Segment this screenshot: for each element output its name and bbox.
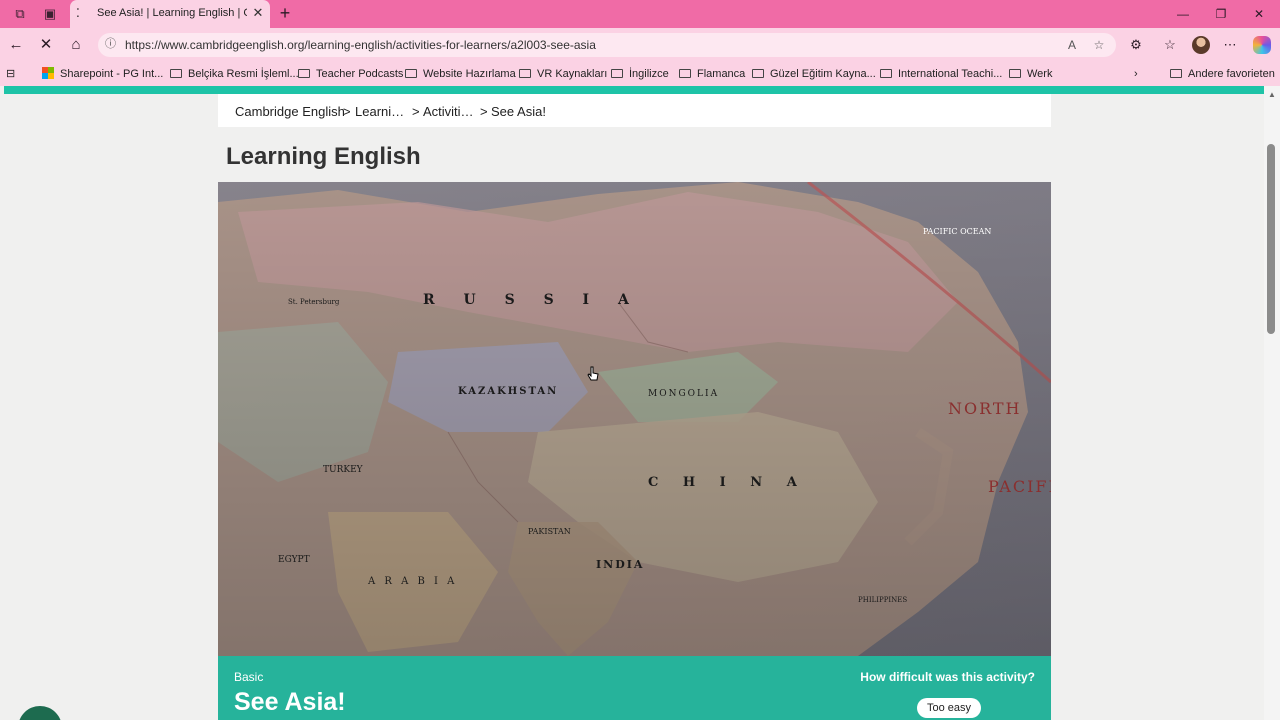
activity-title: See Asia! — [234, 688, 346, 716]
folder-icon — [405, 69, 417, 78]
address-bar-row: ← ✕ ⌂ ⓘ https://www.cambridgeenglish.org… — [0, 28, 1280, 62]
activity-card: Basic See Asia! How difficult was this a… — [218, 656, 1051, 720]
map-label-arabia: A R A B I A — [367, 576, 457, 587]
tab-bar: ⧉ ▣ ⁚ See Asia! | Learning English | Cam… — [0, 0, 1280, 28]
breadcrumb: Cambridge English > Learni… > Activiti… … — [218, 94, 1051, 127]
map-label-mongolia: MONGOLIA — [648, 389, 719, 399]
page-viewport: Cambridge English > Learni… > Activiti… … — [4, 86, 1264, 720]
map-label-st-petersburg: St. Petersburg — [288, 298, 340, 306]
activity-level: Basic — [234, 670, 264, 684]
hand-cursor-icon — [587, 366, 599, 381]
back-icon[interactable]: ← — [7, 36, 25, 54]
favorite-item[interactable]: VR Kaynakları — [519, 66, 607, 82]
folder-icon — [679, 69, 691, 78]
favorite-item[interactable]: Teacher Podcasts — [298, 66, 403, 82]
profile-avatar[interactable] — [1192, 36, 1210, 54]
map-label-pacific: PACIFIC — [988, 477, 1051, 496]
breadcrumb-separator: > — [480, 104, 488, 119]
copilot-icon[interactable] — [1253, 36, 1271, 54]
collections-icon[interactable]: ⊟ — [6, 66, 15, 82]
map-label-turkey: TURKEY — [323, 465, 364, 475]
favorites-overflow-chevron-icon[interactable]: › — [1134, 66, 1138, 82]
breadcrumb-separator: > — [343, 104, 351, 119]
breadcrumb-link[interactable]: Learni… — [355, 104, 404, 119]
map-label-pacific-ocean: PACIFIC OCEAN — [923, 227, 991, 236]
folder-icon — [1170, 69, 1182, 78]
loading-spinner-icon: ⁚ — [76, 6, 80, 20]
url-field[interactable]: ⓘ https://www.cambridgeenglish.org/learn… — [98, 33, 1116, 57]
folder-icon — [611, 69, 623, 78]
microsoft-logo-icon — [42, 67, 54, 79]
site-info-icon[interactable]: ⓘ — [105, 37, 119, 51]
map-label-philippines: PHILIPPINES — [858, 596, 907, 604]
stop-loading-icon[interactable]: ✕ — [37, 36, 55, 54]
other-favorites[interactable]: Andere favorieten — [1170, 66, 1275, 82]
workspaces-icon[interactable]: ⧉ — [11, 5, 29, 23]
favorite-item[interactable]: Werk — [1009, 66, 1052, 82]
more-options-icon[interactable]: ⋯ — [1221, 36, 1239, 54]
too-easy-button[interactable]: Too easy — [917, 698, 981, 718]
difficulty-question: How difficult was this activity? — [860, 670, 1035, 684]
chat-widget-button[interactable] — [18, 706, 62, 720]
page-title: Learning English — [226, 143, 421, 170]
map-label-china: C H I N A — [648, 475, 807, 490]
extensions-icon[interactable]: ⚙ — [1127, 36, 1145, 54]
scroll-thumb[interactable] — [1267, 144, 1275, 334]
read-aloud-icon[interactable]: A — [1064, 37, 1080, 53]
map-label-egypt: EGYPT — [278, 555, 310, 565]
folder-icon — [298, 69, 310, 78]
breadcrumb-link[interactable]: Cambridge English — [235, 104, 345, 119]
header-accent-bar — [4, 86, 1264, 94]
restore-icon[interactable]: ❐ — [1209, 4, 1233, 24]
breadcrumb-current: See Asia! — [491, 104, 546, 119]
favorite-item[interactable]: Flamanca — [679, 66, 745, 82]
favorite-item[interactable]: İngilizce — [611, 66, 669, 82]
minimize-icon[interactable]: — — [1171, 4, 1195, 24]
tab-close-icon[interactable]: ✕ — [250, 5, 266, 21]
folder-icon — [519, 69, 531, 78]
scroll-up-icon[interactable]: ▲ — [1267, 90, 1277, 100]
url-text[interactable]: https://www.cambridgeenglish.org/learnin… — [125, 38, 596, 52]
favorite-item[interactable]: Sharepoint - PG Int... — [42, 66, 163, 82]
folder-icon — [880, 69, 892, 78]
hero-map-image: R U S S I A KAZAKHSTAN MONGOLIA C H I N … — [218, 182, 1051, 656]
favorite-item[interactable]: International Teachi... — [880, 66, 1002, 82]
breadcrumb-separator: > — [412, 104, 420, 119]
asia-map: R U S S I A KAZAKHSTAN MONGOLIA C H I N … — [218, 182, 1051, 656]
favorite-item[interactable]: Güzel Eğitim Kayna... — [752, 66, 876, 82]
favorite-item[interactable]: Belçika Resmi İşleml... — [170, 66, 299, 82]
close-window-icon[interactable]: ✕ — [1247, 4, 1271, 24]
map-label-kazakhstan: KAZAKHSTAN — [458, 386, 558, 397]
active-tab[interactable]: ⁚ See Asia! | Learning English | Cambrid… — [70, 0, 270, 28]
page-scrollbar[interactable]: ▲ — [1264, 86, 1280, 720]
map-label-pakistan: PAKISTAN — [528, 527, 571, 536]
vertical-tabs-icon[interactable]: ▣ — [41, 5, 59, 23]
map-label-russia: R U S S I A — [423, 292, 641, 308]
folder-icon — [752, 69, 764, 78]
new-tab-icon[interactable]: + — [276, 4, 294, 22]
favorites-icon[interactable]: ☆ — [1161, 36, 1179, 54]
map-label-north: NORTH — [948, 399, 1022, 418]
favorites-bar: ⊟ Sharepoint - PG Int... Belçika Resmi İ… — [0, 62, 1280, 86]
map-label-india: INDIA — [596, 558, 644, 571]
favorite-item[interactable]: Website Hazırlama — [405, 66, 516, 82]
home-icon[interactable]: ⌂ — [67, 36, 85, 54]
folder-icon — [170, 69, 182, 78]
breadcrumb-link[interactable]: Activiti… — [423, 104, 474, 119]
tab-title: See Asia! | Learning English | Cambridge… — [97, 7, 247, 19]
favorite-star-icon[interactable]: ☆ — [1091, 37, 1107, 53]
folder-icon — [1009, 69, 1021, 78]
